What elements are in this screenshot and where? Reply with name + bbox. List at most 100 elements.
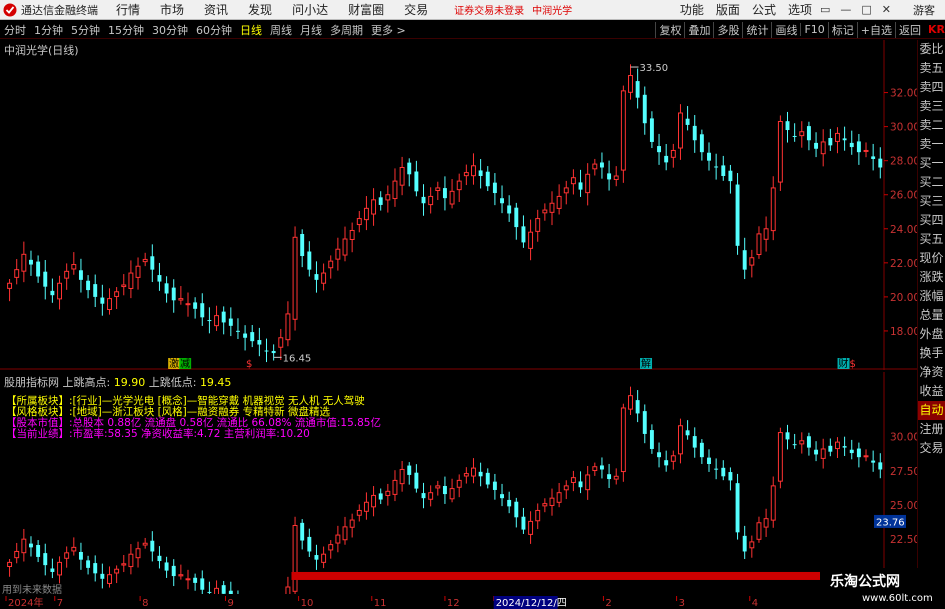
main-candle-down [856,141,861,153]
chart-title: 中润光学(日线) [4,44,79,57]
main-candle-down [657,146,662,153]
sidebar-item[interactable]: 自动 [918,401,945,420]
sidebar-item[interactable]: 卖二 [918,116,945,135]
period-30min[interactable]: 30分钟 [148,22,192,38]
sidebar-item[interactable]: 卖一 [918,135,945,154]
sidebar-item[interactable]: 卖五 [918,59,945,78]
ind-candle-down [500,494,504,499]
menu-discover[interactable]: 发现 [248,1,272,18]
main-candle-down [500,198,504,204]
restore-icon[interactable]: ▭ [820,3,830,16]
sidebar-item[interactable]: 买四 [918,211,945,230]
ind-candle-up [7,561,13,567]
ind-candle-down [728,472,733,481]
y-tick-label: 24.00 [890,224,917,236]
sidebar-item[interactable]: 涨幅 [918,287,945,306]
ind-candle-down [150,540,155,552]
minimize-icon[interactable]: — [840,3,851,16]
menu-quotes[interactable]: 行情 [116,1,140,18]
ind-candle-down [43,553,48,566]
ind-candle-up [114,568,120,574]
close-icon[interactable]: ✕ [882,3,891,16]
menu-ask[interactable]: 问小达 [292,1,328,18]
tool-adjust[interactable]: 复权 [655,21,684,38]
period-15min[interactable]: 15分钟 [104,22,148,38]
menu-formula[interactable]: 公式 [752,1,776,18]
sidebar-item[interactable]: 卖四 [918,78,945,97]
maximize-icon[interactable]: □ [861,3,871,16]
menu-market[interactable]: 市场 [160,1,184,18]
high-label: 33.50 [639,63,668,74]
ind-candle-up [563,485,569,491]
ind-candle-up [428,492,434,500]
period-1min[interactable]: 1分钟 [30,22,67,38]
ind-candle-down [521,516,526,530]
ind-candle-up [21,538,27,554]
main-candle-up [285,313,291,341]
app-logo-icon [2,2,18,18]
guest-user[interactable]: 游客 [913,2,935,18]
ind-candle-down [314,555,319,560]
main-candle-up [292,236,298,320]
sidebar-item[interactable]: 买五 [918,230,945,249]
ind-candle-down [300,522,305,541]
period-monthly[interactable]: 月线 [296,22,326,38]
sidebar-item[interactable]: 买一 [918,154,945,173]
tool-draw[interactable]: 画线 [771,21,800,38]
sidebar-item[interactable]: 注册 [918,420,945,439]
menu-options[interactable]: 选项 [788,1,812,18]
sidebar-item[interactable]: 委比 [918,40,945,59]
ind-y-label: 30.00 [890,432,917,444]
main-candle-up [21,253,27,272]
main-candle-up [114,291,120,297]
main-candle-down [492,182,497,194]
sidebar-item[interactable]: 现价 [918,249,945,268]
ind-candle-up [349,519,355,528]
candlestick-chart[interactable]: 32.00 30.00 28.00 26.00 24.00 22.00 20.00 18.00… [0,40,917,370]
menu-trade[interactable]: 交易 [404,1,428,18]
sidebar-item[interactable]: 买二 [918,173,945,192]
y-tick-label: 32.00 [890,88,917,100]
ind-candle-up [107,574,112,584]
main-candle-down [871,156,876,159]
sidebar-item[interactable]: 收益 [918,382,945,401]
sidebar-item[interactable]: 外盘 [918,325,945,344]
period-more[interactable]: 更多 > [367,22,410,38]
period-daily[interactable]: 日线 [236,22,266,38]
menu-layout[interactable]: 版面 [716,1,740,18]
main-candle-up [556,195,562,209]
period-multi[interactable]: 多周期 [326,22,367,38]
menu-function[interactable]: 功能 [680,1,704,18]
ind-candle-up [371,494,377,508]
tool-stats[interactable]: 统计 [742,21,771,38]
period-intraday[interactable]: 分时 [0,22,30,38]
date-label: 3 [679,598,685,609]
tool-mark[interactable]: 标记 [827,21,857,38]
period-5min[interactable]: 5分钟 [67,22,104,38]
ind-candle-down [642,411,647,434]
sidebar-item[interactable]: 买三 [918,192,945,211]
ind-candle-up [178,574,184,577]
tool-back[interactable]: 返回 [895,21,924,38]
sidebar-item[interactable]: 涨跌 [918,268,945,287]
tool-add-watchlist[interactable]: +自选 [856,21,895,38]
menu-wealth-circle[interactable]: 财富圈 [348,1,384,18]
tool-f10[interactable]: F10 [800,23,827,36]
main-candle-down [649,118,654,142]
period-60min[interactable]: 60分钟 [192,22,236,38]
sidebar-item[interactable]: 交易 [918,439,945,458]
window-controls: ▭ — □ ✕ [820,3,891,16]
sidebar-item[interactable]: 净资 [918,363,945,382]
period-weekly[interactable]: 周线 [266,22,296,38]
menu-news[interactable]: 资讯 [204,1,228,18]
login-status[interactable]: 证券交易未登录 [454,2,524,17]
ind-candle-down [878,462,883,470]
sidebar-item[interactable]: 卖三 [918,97,945,116]
sidebar-item[interactable]: 总量 [918,306,945,325]
main-candle-up [178,298,184,301]
tool-overlay[interactable]: 叠加 [684,21,713,38]
sidebar-item[interactable]: 换手 [918,344,945,363]
period-toolbar: 分时 1分钟 5分钟 15分钟 30分钟 60分钟 日线 周线 月线 多周期 更… [0,21,945,39]
tool-multi-stock[interactable]: 多股 [713,21,742,38]
main-candle-up [528,231,534,249]
